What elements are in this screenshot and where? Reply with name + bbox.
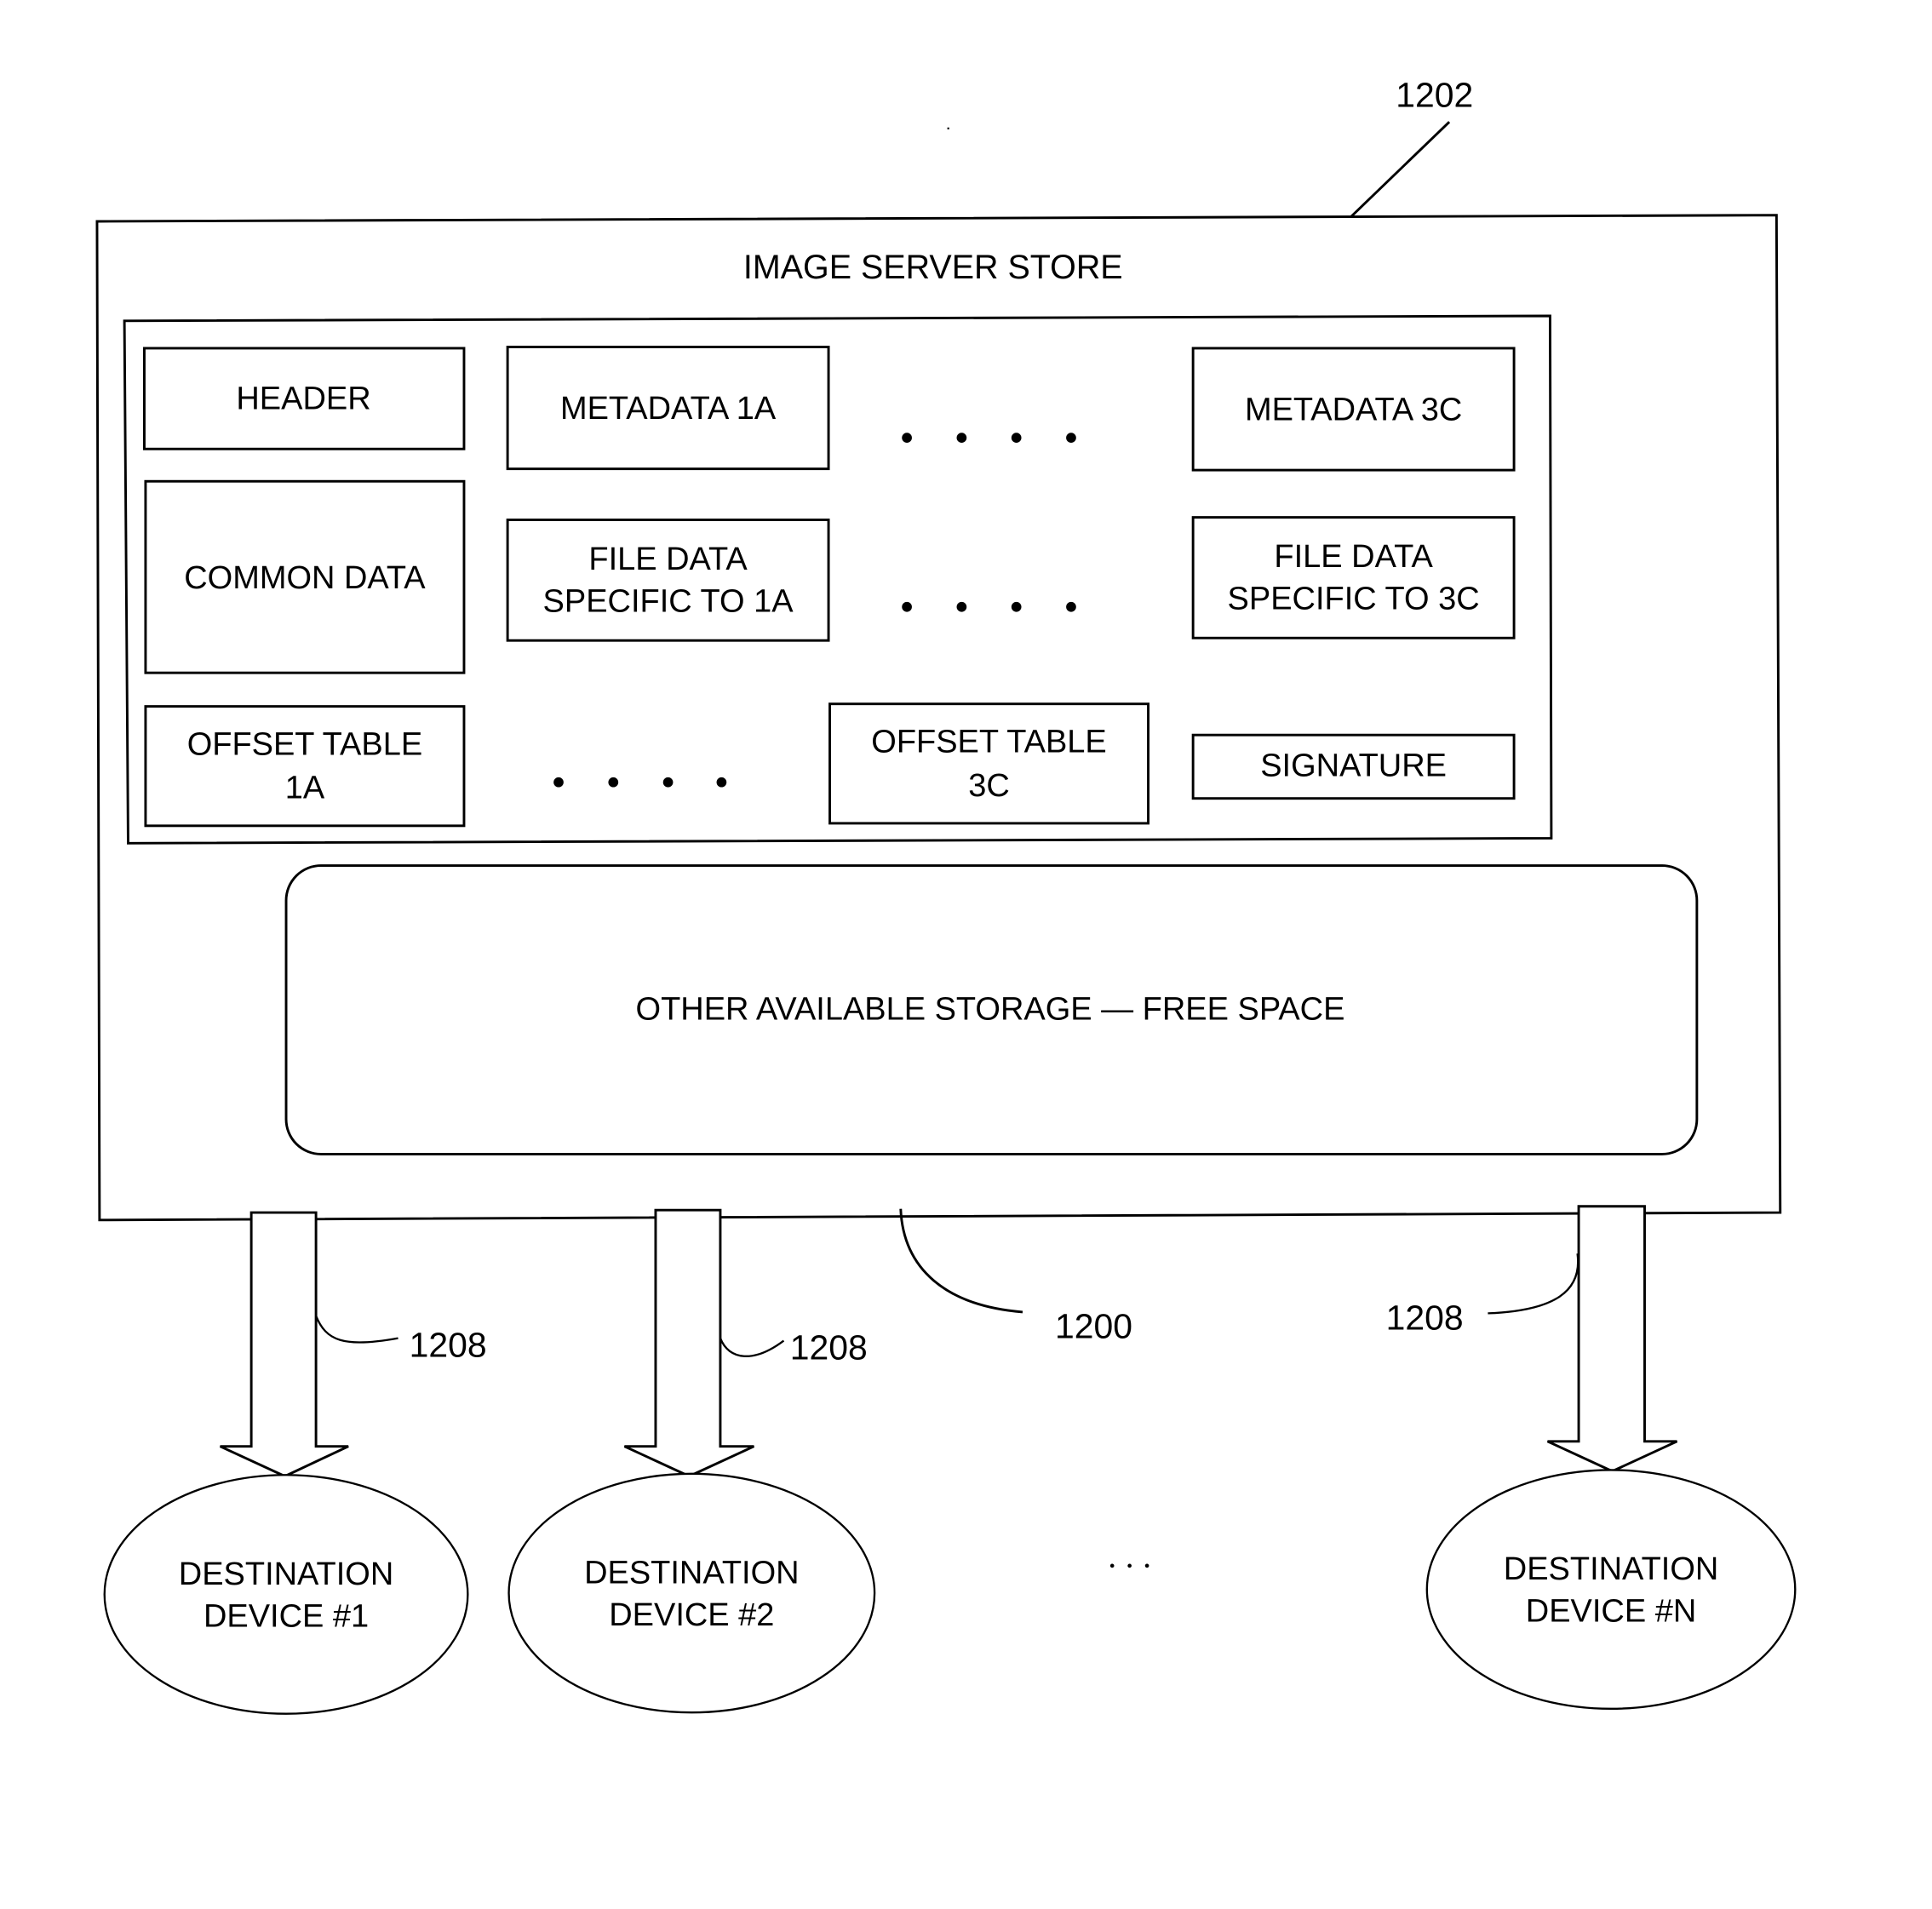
- free-space-label: OTHER AVAILABLE STORAGE — FREE SPACE: [636, 992, 1345, 1028]
- file-data-3c-line2: SPECIFIC TO 3C: [1228, 582, 1480, 617]
- signature-block: SIGNATURE: [1191, 733, 1516, 800]
- ref-1208-leader-2: [719, 1338, 785, 1357]
- ref-1200-label: 1200: [1055, 1307, 1132, 1346]
- offset-table-3c-line2: 3C: [968, 768, 1010, 804]
- patent-figure: 1202 IMAGE SERVER STORE HEADER METADATA …: [95, 76, 1797, 1715]
- transfer-arrow-n: [1546, 1205, 1678, 1473]
- header-label: HEADER: [236, 381, 370, 417]
- file-data-1a-line2: SPECIFIC TO 1A: [543, 584, 794, 620]
- file-data-1a-block: FILE DATA SPECIFIC TO 1A: [506, 519, 830, 642]
- device-1-line2: DEVICE #1: [204, 1598, 369, 1634]
- offset-table-3c-line1: OFFSET TABLE: [871, 725, 1106, 760]
- ref-1208-leader-1: [315, 1315, 398, 1344]
- ref-1208-label-1: 1208: [410, 1326, 487, 1365]
- header-block: HEADER: [143, 347, 466, 450]
- free-space-block: OTHER AVAILABLE STORAGE — FREE SPACE: [284, 864, 1699, 1155]
- offset-table-1a-line2: 1A: [285, 771, 325, 806]
- device-n-line2: DEVICE #N: [1526, 1594, 1696, 1630]
- metadata-3c-label: METADATA 3C: [1245, 393, 1462, 428]
- offset-table-3c-block: OFFSET TABLE 3C: [828, 702, 1150, 825]
- file-data-3c-block: FILE DATA SPECIFIC TO 3C: [1191, 516, 1516, 639]
- device-2-line1: DESTINATION: [584, 1555, 799, 1591]
- common-data-label: COMMON DATA: [184, 560, 426, 596]
- offset-table-1a-line1: OFFSET TABLE: [187, 727, 422, 763]
- device-ellipsis: [1109, 1563, 1149, 1568]
- device-1-line1: DESTINATION: [179, 1556, 393, 1592]
- file-data-3c-line1: FILE DATA: [1274, 539, 1433, 575]
- device-2-line2: DEVICE #2: [609, 1597, 774, 1633]
- ref-1200-leader: [899, 1208, 1023, 1314]
- metadata-3c-block: METADATA 3C: [1191, 347, 1516, 472]
- destination-device-2: DESTINATION DEVICE #2: [507, 1472, 876, 1714]
- transfer-arrow-1: [219, 1211, 349, 1478]
- metadata-1a-block: METADATA 1A: [506, 346, 830, 471]
- destination-device-n: DESTINATION DEVICE #N: [1425, 1469, 1797, 1711]
- common-data-block: COMMON DATA: [144, 479, 466, 674]
- ref-1208-label-n: 1208: [1386, 1298, 1464, 1337]
- device-n-line1: DESTINATION: [1504, 1551, 1718, 1587]
- ref-1208-leader-n: [1488, 1253, 1579, 1315]
- destination-device-1: DESTINATION DEVICE #1: [103, 1474, 469, 1715]
- metadata-1a-label: METADATA 1A: [560, 391, 777, 427]
- ref-1202-label: 1202: [1396, 76, 1473, 115]
- ref-1208-label-2: 1208: [790, 1327, 868, 1367]
- scan-speck: [947, 127, 949, 129]
- signature-label: SIGNATURE: [1260, 748, 1447, 783]
- image-server-store-title: IMAGE SERVER STORE: [743, 249, 1123, 286]
- offset-table-1a-block: OFFSET TABLE 1A: [144, 705, 466, 828]
- file-data-1a-line1: FILE DATA: [588, 542, 748, 577]
- transfer-arrow-2: [623, 1208, 755, 1478]
